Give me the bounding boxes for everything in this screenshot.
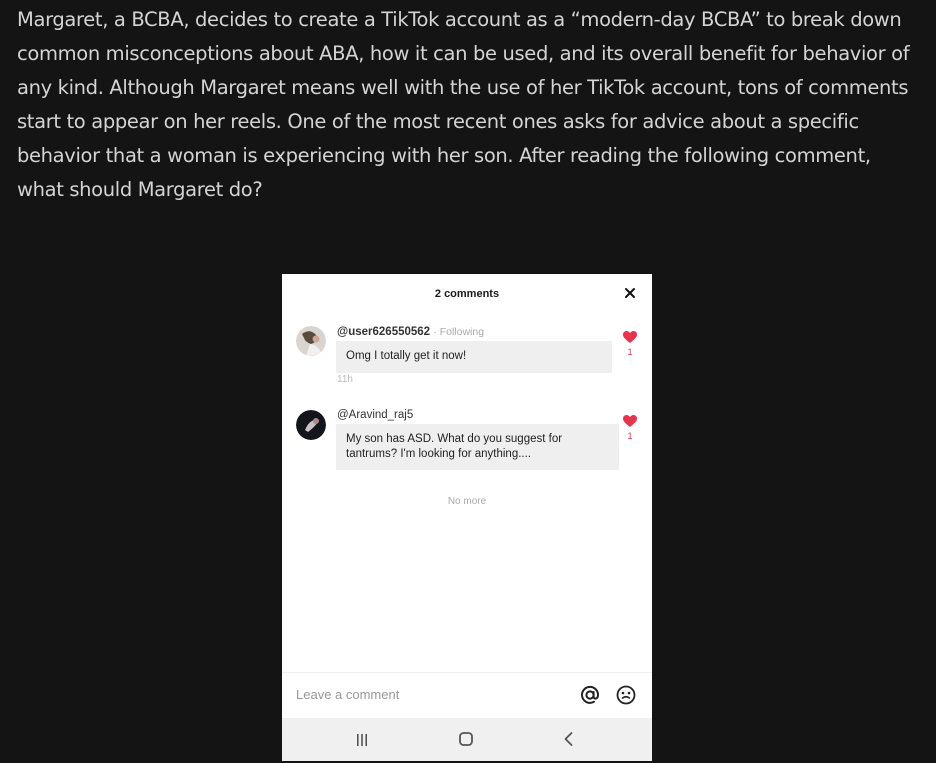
like-count: 1 bbox=[627, 347, 633, 357]
comments-panel: 2 comments @user626550562 · Following Om… bbox=[282, 274, 652, 761]
comment-username[interactable]: @user626550562 · Following bbox=[337, 326, 484, 338]
comment-username[interactable]: @Aravind_raj5 bbox=[337, 409, 413, 421]
comment-input[interactable]: Leave a comment bbox=[296, 687, 399, 702]
avatar[interactable] bbox=[296, 410, 326, 440]
home-icon[interactable] bbox=[458, 731, 474, 747]
like-button[interactable]: 1 bbox=[622, 415, 638, 441]
username-text: @Aravind_raj5 bbox=[337, 409, 414, 421]
emoji-icon[interactable] bbox=[616, 685, 636, 705]
no-more-label: No more bbox=[447, 496, 487, 507]
comments-count-title: 2 comments bbox=[434, 288, 500, 300]
android-nav-bar bbox=[282, 718, 652, 761]
comment-time: 11h bbox=[337, 374, 353, 385]
like-button[interactable]: 1 bbox=[622, 331, 638, 357]
question-text: Margaret, a BCBA, decides to create a Ti… bbox=[17, 8, 910, 201]
following-status: · Following bbox=[433, 326, 485, 338]
comment-text: Omg I totally get it now! bbox=[336, 341, 612, 373]
recent-apps-icon[interactable] bbox=[355, 733, 369, 747]
comment-text: My son has ASD. What do you suggest for … bbox=[336, 424, 619, 470]
heart-icon bbox=[623, 331, 637, 343]
like-count: 1 bbox=[627, 431, 633, 441]
username-text: @user626550562 bbox=[337, 326, 431, 338]
close-icon[interactable] bbox=[623, 286, 637, 300]
avatar[interactable] bbox=[296, 326, 326, 356]
comment-input-bar: Leave a comment bbox=[282, 672, 652, 719]
heart-icon bbox=[623, 415, 637, 427]
at-icon[interactable] bbox=[580, 685, 600, 705]
back-icon[interactable] bbox=[562, 731, 576, 747]
